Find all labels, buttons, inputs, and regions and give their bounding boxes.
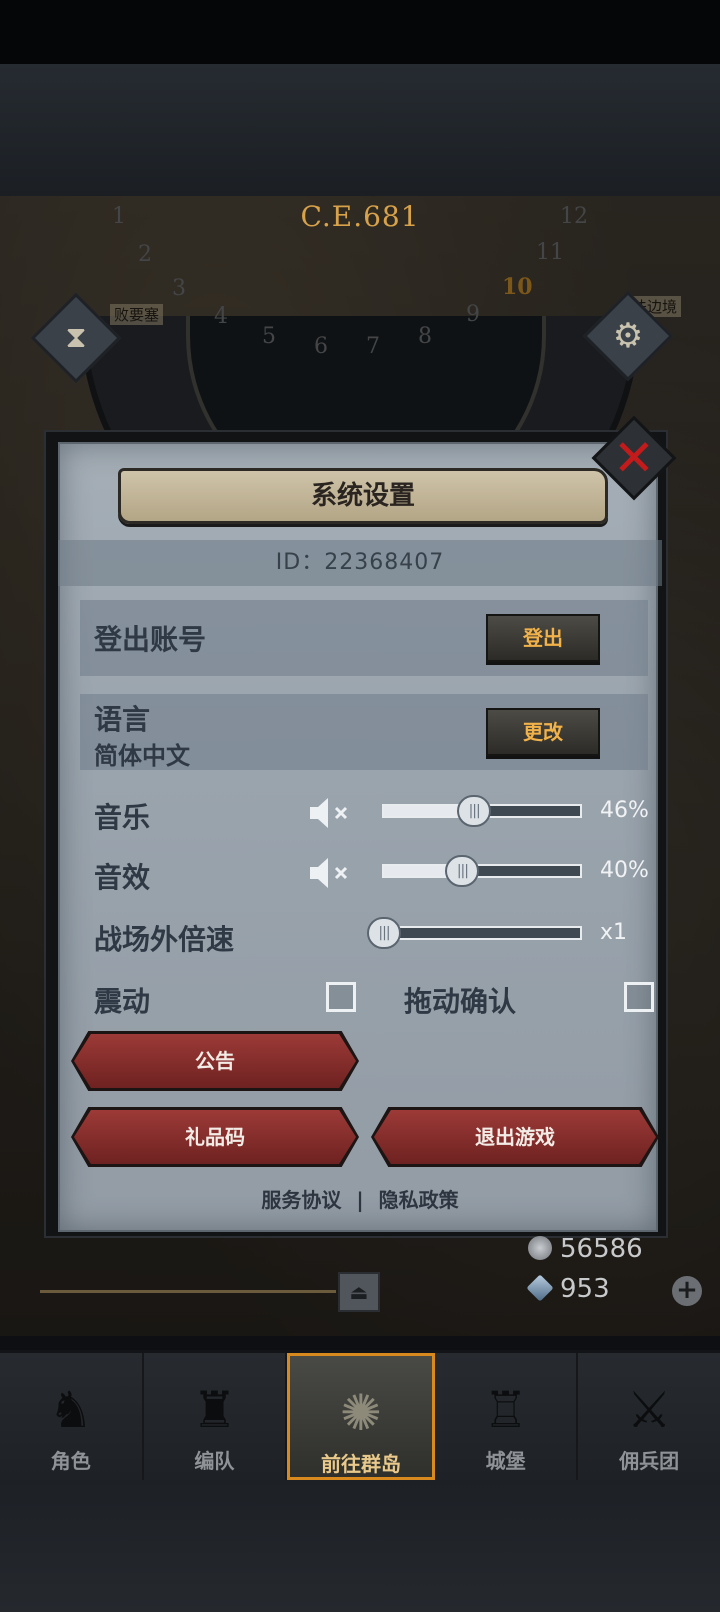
music-slider[interactable]: ||| (382, 795, 582, 827)
mercenary-icon: ⚔ (626, 1381, 672, 1439)
change-language-button[interactable]: 更改 (486, 708, 600, 756)
knight-icon: ♞ (48, 1381, 94, 1439)
gift-code-button-label: 礼品码 (185, 1125, 245, 1149)
close-x-icon: ✕ (613, 429, 655, 487)
sfx-slider-thumb[interactable]: ||| (445, 855, 480, 887)
gear-icon: ⚙ (612, 316, 644, 356)
clock-number: 9 (466, 302, 480, 327)
crystal-counter: 953 (526, 1274, 610, 1304)
vibration-label: 震动 (94, 985, 151, 1018)
drag-confirm-label: 拖动确认 (404, 985, 517, 1018)
silver-counter: 56586 (528, 1234, 643, 1264)
footer-links: 服务协议 | 隐私政策 (58, 1184, 662, 1213)
top-band (0, 64, 720, 196)
speed-slider-thumb[interactable]: ||| (367, 917, 401, 949)
music-slider-thumb[interactable]: ||| (457, 795, 492, 827)
dialog-title-banner: 系统设置 (118, 468, 608, 524)
notice-button[interactable]: 公告 (71, 1031, 359, 1091)
collapse-button[interactable]: ⏏ (338, 1272, 380, 1312)
logout-button[interactable]: 登出 (486, 614, 600, 662)
terms-link[interactable]: 服务协议 (261, 1184, 341, 1213)
music-label: 音乐 (94, 801, 151, 834)
player-id-strip: ID：22368407 (58, 540, 662, 586)
nav-item-character[interactable]: ♞ 角色 (0, 1353, 144, 1480)
speed-label: 战场外倍速 (94, 923, 235, 956)
clock-number: 6 (314, 334, 328, 359)
helmet-icon: ♜ (191, 1381, 237, 1439)
logout-button-label: 登出 (523, 626, 563, 650)
sfx-value: 40% (600, 858, 649, 883)
exit-game-button-label: 退出游戏 (475, 1125, 555, 1149)
clock-number: 1 (112, 204, 126, 229)
clock-number-active: 10 (502, 274, 533, 300)
nav-label: 角色 (50, 1449, 91, 1473)
clock-number: 2 (138, 242, 152, 267)
dialog-title: 系统设置 (310, 481, 415, 511)
nav-item-mercenary[interactable]: ⚔ 佣兵团 (578, 1353, 720, 1480)
bottom-band (0, 1480, 720, 1612)
music-mute-icon[interactable] (308, 796, 354, 830)
compass-island-icon: ✺ (340, 1384, 382, 1442)
exit-game-button[interactable]: 退出游戏 (371, 1107, 659, 1167)
speed-slider[interactable]: ||| (367, 917, 582, 949)
clock-number: 4 (214, 304, 228, 329)
bottom-nav: ♞ 角色 ♜ 编队 ✺ 前往群岛 ♖ 城堡 ⚔ 佣兵团 (0, 1350, 720, 1480)
progress-line (40, 1290, 336, 1293)
clock-number: 12 (560, 204, 588, 229)
vibration-checkbox[interactable] (326, 982, 356, 1012)
drag-confirm-checkbox[interactable] (624, 982, 654, 1012)
clock-number: 3 (172, 276, 186, 301)
sfx-label: 音效 (94, 861, 151, 894)
clock-number: 7 (366, 334, 380, 359)
logout-row: 登出账号 登出 (80, 600, 648, 676)
gift-code-button[interactable]: 礼品码 (71, 1107, 359, 1167)
silver-amount: 56586 (560, 1234, 643, 1264)
language-label: 语言 (94, 703, 151, 736)
map-location-label[interactable]: 败要塞 (110, 304, 164, 325)
privacy-link[interactable]: 隐私政策 (379, 1184, 459, 1213)
player-id: ID：22368407 (275, 550, 445, 575)
language-row: 语言 简体中文 更改 (80, 694, 648, 770)
clock-number: 5 (262, 324, 276, 349)
nav-label: 前往群岛 (320, 1452, 401, 1476)
nav-label: 编队 (194, 1449, 235, 1473)
crystal-amount: 953 (560, 1274, 610, 1304)
nav-item-castle[interactable]: ♖ 城堡 (435, 1353, 579, 1480)
nav-item-islands[interactable]: ✺ 前往群岛 (287, 1353, 435, 1480)
sfx-slider[interactable]: ||| (382, 855, 582, 887)
footer-separator: | (356, 1188, 364, 1212)
silver-coin-icon (528, 1236, 552, 1260)
speed-value: x1 (600, 920, 628, 945)
logout-label: 登出账号 (94, 623, 207, 656)
nav-label: 佣兵团 (619, 1449, 680, 1473)
music-value: 46% (600, 798, 649, 823)
change-language-button-label: 更改 (523, 720, 563, 744)
clock-number: 11 (536, 240, 564, 265)
crystal-icon (526, 1274, 554, 1302)
plus-icon: + (676, 1275, 698, 1305)
notice-button-label: 公告 (195, 1049, 235, 1073)
add-crystal-button[interactable]: + (672, 1276, 702, 1306)
status-bar (0, 0, 720, 64)
nav-item-formation[interactable]: ♜ 编队 (144, 1353, 288, 1480)
era-label: C.E.681 (300, 200, 420, 233)
sfx-mute-icon[interactable] (308, 856, 354, 890)
castle-icon: ♖ (483, 1381, 528, 1439)
language-value: 简体中文 (94, 742, 190, 770)
hourglass-icon: ⧗ (65, 320, 87, 355)
nav-label: 城堡 (485, 1449, 526, 1473)
clock-number: 8 (418, 324, 432, 349)
collapse-icon: ⏏ (349, 1280, 369, 1304)
